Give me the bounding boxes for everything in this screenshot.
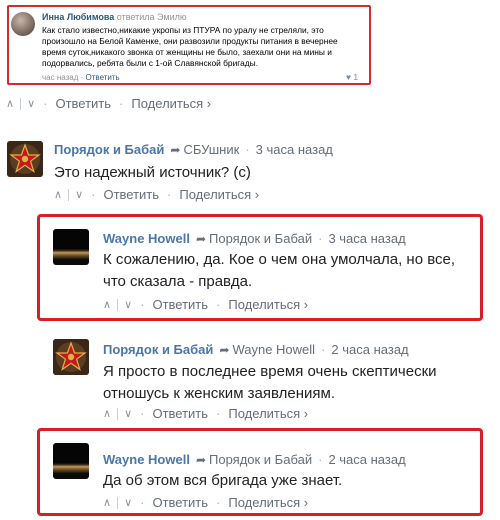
comment-header: Wayne Howell ➦ Порядок и Бабай · 2 часа н… — [103, 452, 406, 467]
share-button[interactable]: Поделиться › — [228, 495, 308, 510]
upvote-icon[interactable]: ∧ — [103, 298, 111, 311]
embedded-like-count: 1 — [353, 72, 359, 82]
red-star-icon — [7, 141, 43, 177]
comment-header: Порядок и Бабай ➦ СБУшник · 3 часа назад — [54, 142, 333, 157]
upvote-icon[interactable]: ∧ — [103, 496, 111, 509]
downvote-icon[interactable]: ∨ — [124, 407, 132, 420]
downvote-icon[interactable]: ∨ — [75, 188, 83, 201]
comment-author[interactable]: Wayne Howell — [103, 231, 190, 246]
downvote-icon[interactable]: ∨ — [27, 97, 35, 110]
comment-time[interactable]: 3 часа назад — [328, 231, 405, 246]
red-star-icon — [53, 339, 89, 375]
comment-header: Wayne Howell ➦ Порядок и Бабай · 3 часа н… — [103, 231, 406, 246]
heart-icon: ♥ — [346, 72, 352, 82]
reply-button[interactable]: Ответить — [55, 96, 111, 111]
comment-header: Порядок и Бабай ➦ Wayne Howell · 2 часа н… — [103, 342, 409, 357]
reply-to-name: Порядок и Бабай — [209, 231, 313, 246]
avatar[interactable] — [53, 443, 89, 479]
reply-button[interactable]: Ответить — [152, 495, 208, 510]
comment-actions: ∧ ∨ · Ответить · Поделиться › — [103, 495, 309, 510]
comment-text: Я просто в последнее время очень скептич… — [103, 363, 437, 402]
vote-divider — [20, 97, 22, 110]
reply-to[interactable]: ➦ СБУшник — [170, 142, 239, 157]
embedded-comment-text: Как стало известно,никакие укропы из ПТУ… — [42, 25, 338, 68]
reply-to-name: СБУшник — [183, 142, 240, 157]
comment-actions: ∧ ∨ · Ответить · Поделиться › — [54, 187, 260, 202]
upvote-icon[interactable]: ∧ — [6, 97, 14, 110]
comment-text: К сожалению, да. Кое о чем она умолчала,… — [103, 251, 456, 290]
comment-author[interactable]: Wayne Howell — [103, 452, 190, 467]
embedded-replied-to: ответила Эмилю — [116, 12, 187, 22]
embedded-avatar — [11, 12, 35, 36]
share-button[interactable]: Поделиться › — [228, 406, 308, 421]
embedded-author: Инна Любимова ответила Эмилю — [42, 12, 187, 22]
reply-to[interactable]: ➦ Wayne Howell — [219, 342, 315, 357]
comment-author[interactable]: Порядок и Бабай — [54, 142, 164, 157]
embedded-time: час назад — [42, 73, 79, 82]
embedded-likes[interactable]: ♥ 1 — [346, 72, 358, 82]
avatar[interactable] — [53, 339, 89, 375]
comment-actions: ∧ ∨ · Ответить · Поделиться › — [103, 297, 309, 312]
comment-time[interactable]: 3 часа назад — [256, 142, 333, 157]
reply-arrow-icon: ➦ — [195, 232, 206, 246]
reply-arrow-icon: ➦ — [219, 343, 230, 357]
reply-to[interactable]: ➦ Порядок и Бабай — [196, 452, 312, 467]
comment-actions: ∧ ∨ · Ответить · Поделиться › — [6, 96, 212, 111]
embedded-reply-link[interactable]: Ответить — [86, 73, 120, 82]
share-button[interactable]: Поделиться › — [179, 187, 259, 202]
reply-button[interactable]: Ответить — [152, 406, 208, 421]
comment-time[interactable]: 2 часа назад — [328, 452, 405, 467]
share-button[interactable]: Поделиться › — [228, 297, 308, 312]
reply-arrow-icon: ➦ — [195, 453, 206, 467]
avatar[interactable] — [7, 141, 43, 177]
reply-to-name: Порядок и Бабай — [209, 452, 313, 467]
reply-button[interactable]: Ответить — [152, 297, 208, 312]
comment-actions: ∧ ∨ · Ответить · Поделиться › — [103, 406, 309, 421]
comment-time[interactable]: 2 часа назад — [331, 342, 408, 357]
reply-arrow-icon: ➦ — [170, 143, 181, 157]
comment-text: Это надежный источник? (с) — [54, 164, 251, 181]
upvote-icon[interactable]: ∧ — [54, 188, 62, 201]
reply-button[interactable]: Ответить — [103, 187, 159, 202]
avatar[interactable] — [53, 229, 89, 265]
reply-to-name: Wayne Howell — [232, 342, 316, 357]
downvote-icon[interactable]: ∨ — [124, 496, 132, 509]
share-button[interactable]: Поделиться › — [131, 96, 211, 111]
downvote-icon[interactable]: ∨ — [124, 298, 132, 311]
comment-text: Да об этом вся бригада уже знает. — [103, 472, 343, 489]
upvote-icon[interactable]: ∧ — [103, 407, 111, 420]
embedded-author-name[interactable]: Инна Любимова — [42, 12, 114, 22]
comment-author[interactable]: Порядок и Бабай — [103, 342, 213, 357]
embedded-meta: час назад · Ответить — [42, 73, 120, 82]
reply-to[interactable]: ➦ Порядок и Бабай — [196, 231, 312, 246]
